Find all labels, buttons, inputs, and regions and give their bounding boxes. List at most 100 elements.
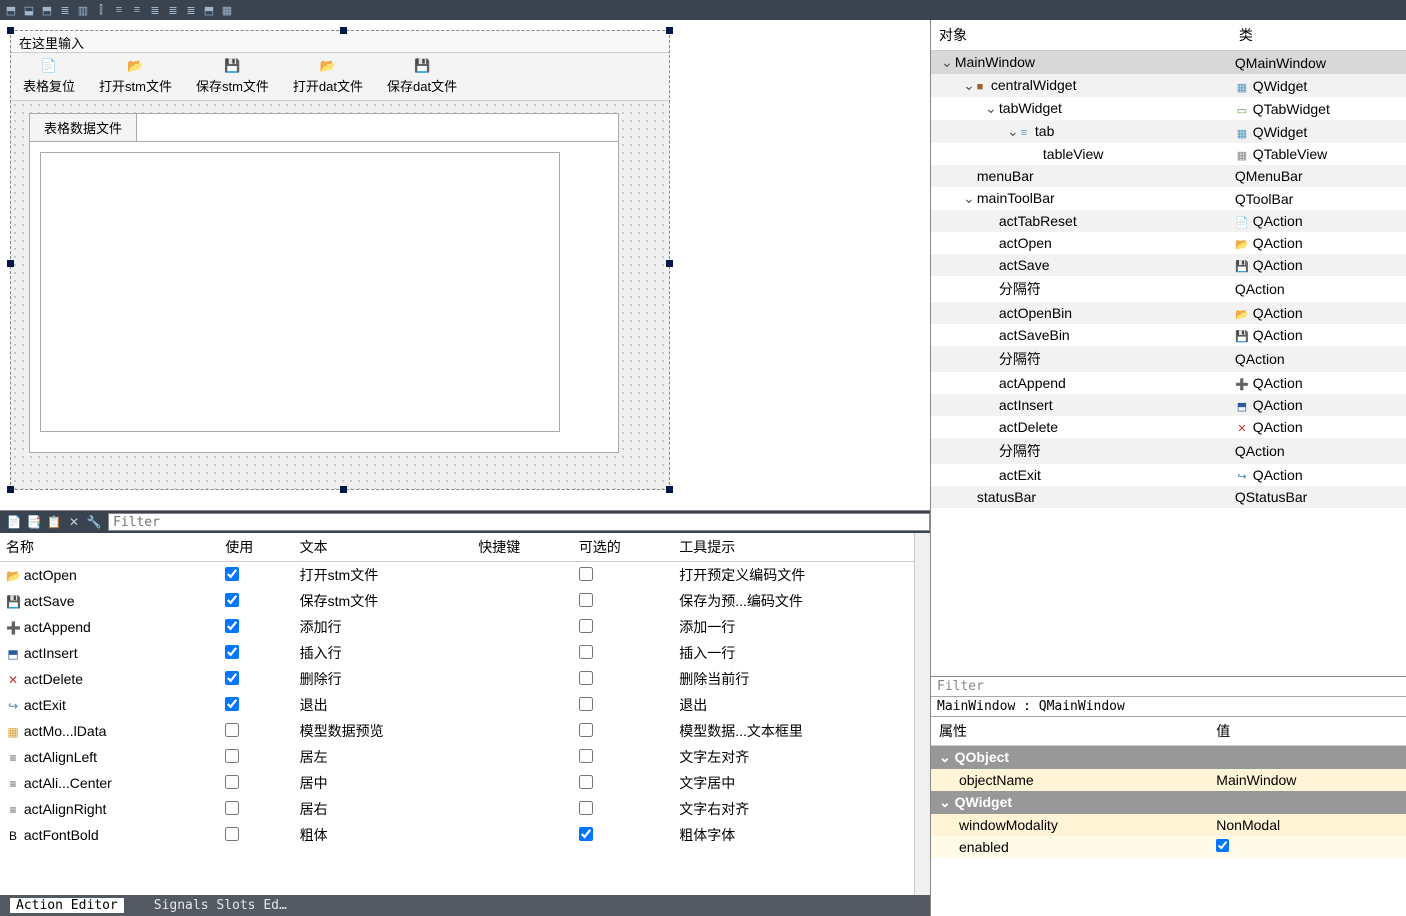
use-checkbox[interactable]	[225, 593, 239, 607]
checkable-checkbox[interactable]	[579, 671, 593, 685]
use-checkbox[interactable]	[225, 827, 239, 841]
property-value[interactable]	[1208, 836, 1406, 858]
use-checkbox[interactable]	[225, 671, 239, 685]
resize-handle[interactable]	[7, 260, 14, 267]
tree-row[interactable]: ⌄ MainWindowQMainWindow	[931, 51, 1406, 75]
action-row[interactable]: ✕ actDelete 删除行 删除当前行	[0, 666, 930, 692]
toolbar-icon[interactable]: ≡	[112, 3, 126, 17]
tree-row[interactable]: actSave💾 QAction	[931, 254, 1406, 276]
column-header[interactable]: 对象	[931, 20, 1231, 51]
column-header[interactable]: 属性	[931, 717, 1208, 746]
property-group[interactable]: ⌄ QWidget	[931, 791, 1406, 814]
tool-button[interactable]: 📂打开dat文件	[281, 53, 375, 100]
column-header[interactable]: 可选的	[573, 533, 673, 562]
form-menubar[interactable]: 在这里输入	[11, 31, 669, 53]
action-row[interactable]: ▦ actMo...lData 模型数据预览 模型数据...文本框里	[0, 718, 930, 744]
property-value[interactable]: MainWindow	[1208, 769, 1406, 791]
editor-tab[interactable]: Signals Slots Ed…	[154, 898, 287, 913]
action-row[interactable]: 📂 actOpen 打开stm文件 打开预定义编码文件	[0, 562, 930, 589]
tab-widget[interactable]: 表格数据文件	[29, 113, 619, 453]
tree-row[interactable]: ⌄■ centralWidget▦ QWidget	[931, 74, 1406, 97]
column-header[interactable]: 工具提示	[673, 533, 930, 562]
checkable-checkbox[interactable]	[579, 827, 593, 841]
tree-row[interactable]: menuBarQMenuBar	[931, 165, 1406, 187]
tree-row[interactable]: actTabReset📄 QAction	[931, 210, 1406, 232]
resize-handle[interactable]	[666, 260, 673, 267]
editor-tab[interactable]: Action Editor	[10, 898, 124, 913]
use-checkbox[interactable]	[225, 697, 239, 711]
property-value[interactable]: NonModal	[1208, 814, 1406, 836]
use-checkbox[interactable]	[225, 723, 239, 737]
use-checkbox[interactable]	[225, 749, 239, 763]
use-checkbox[interactable]	[225, 775, 239, 789]
tree-row[interactable]: ⌄ mainToolBarQToolBar	[931, 187, 1406, 210]
column-header[interactable]: 文本	[294, 533, 473, 562]
action-row[interactable]: ≡ actAlignLeft 居左 文字左对齐	[0, 744, 930, 770]
property-filter-input[interactable]: Filter	[931, 677, 1406, 697]
checkable-checkbox[interactable]	[579, 775, 593, 789]
tree-row[interactable]: 分隔符QAction	[931, 346, 1406, 372]
toolbar-icon[interactable]: ▥	[76, 3, 90, 17]
action-row[interactable]: ↪ actExit 退出 退出	[0, 692, 930, 718]
tree-row[interactable]: ⌄ tabWidget▭ QTabWidget	[931, 97, 1406, 120]
column-header[interactable]: 类	[1231, 20, 1406, 51]
tool-button[interactable]: 💾保存stm文件	[184, 53, 281, 100]
chevron-down-icon[interactable]: ⌄	[1007, 123, 1017, 140]
copy-action-icon[interactable]: 📑	[26, 515, 42, 529]
toolbar-icon[interactable]: ≣	[58, 3, 72, 17]
tree-row[interactable]: statusBarQStatusBar	[931, 486, 1406, 508]
chevron-down-icon[interactable]: ⌄	[939, 749, 951, 765]
toolbar-icon[interactable]: ≣	[166, 3, 180, 17]
action-row[interactable]: ≡ actAlignRight 居右 文字右对齐	[0, 796, 930, 822]
resize-handle[interactable]	[666, 486, 673, 493]
column-header[interactable]: 名称	[0, 533, 219, 562]
use-checkbox[interactable]	[225, 645, 239, 659]
wrench-icon[interactable]: 🔧	[86, 515, 102, 529]
checkable-checkbox[interactable]	[579, 619, 593, 633]
tool-button[interactable]: 📂打开stm文件	[87, 53, 184, 100]
column-header[interactable]: 值	[1208, 717, 1406, 746]
toolbar-icon[interactable]: ≣	[184, 3, 198, 17]
action-row[interactable]: ➕ actAppend 添加行 添加一行	[0, 614, 930, 640]
toolbar-icon[interactable]: ≣	[148, 3, 162, 17]
checkable-checkbox[interactable]	[579, 567, 593, 581]
chevron-down-icon[interactable]: ⌄	[939, 794, 951, 810]
use-checkbox[interactable]	[225, 801, 239, 815]
tree-row[interactable]: 分隔符QAction	[931, 438, 1406, 464]
resize-handle[interactable]	[7, 27, 14, 34]
toolbar-icon[interactable]: ⫿	[94, 3, 108, 17]
tree-row[interactable]: ⌄≡ tab▦ QWidget	[931, 120, 1406, 143]
action-row[interactable]: 💾 actSave 保存stm文件 保存为预...编码文件	[0, 588, 930, 614]
tree-row[interactable]: actOpenBin📂 QAction	[931, 302, 1406, 324]
tree-row[interactable]: tableView▦ QTableView	[931, 143, 1406, 165]
checkable-checkbox[interactable]	[579, 723, 593, 737]
form-canvas[interactable]: 在这里输入 📄表格复位📂打开stm文件💾保存stm文件📂打开dat文件💾保存da…	[10, 30, 670, 490]
resize-handle[interactable]	[7, 486, 14, 493]
checkable-checkbox[interactable]	[579, 801, 593, 815]
tree-row[interactable]: actAppend➕ QAction	[931, 372, 1406, 394]
tool-button[interactable]: 📄表格复位	[11, 53, 87, 100]
action-row[interactable]: ≡ actAli...Center 居中 文字居中	[0, 770, 930, 796]
tab-label[interactable]: 表格数据文件	[30, 114, 137, 141]
tree-row[interactable]: actExit↪ QAction	[931, 464, 1406, 486]
toolbar-icon[interactable]: ⬒	[40, 3, 54, 17]
new-action-icon[interactable]: 📄	[6, 515, 22, 529]
toolbar-icon[interactable]: ▦	[220, 3, 234, 17]
column-header[interactable]: 使用	[219, 533, 293, 562]
toolbar-icon[interactable]: ≡	[130, 3, 144, 17]
chevron-down-icon[interactable]: ⌄	[941, 54, 951, 71]
checkable-checkbox[interactable]	[579, 645, 593, 659]
resize-handle[interactable]	[340, 486, 347, 493]
tree-row[interactable]: actSaveBin💾 QAction	[931, 324, 1406, 346]
property-checkbox[interactable]	[1216, 839, 1229, 852]
action-row[interactable]: ⬒ actInsert 插入行 插入一行	[0, 640, 930, 666]
use-checkbox[interactable]	[225, 567, 239, 581]
toolbar-icon[interactable]: ⬒	[202, 3, 216, 17]
chevron-down-icon[interactable]: ⌄	[985, 100, 995, 117]
toolbar-icon[interactable]: ⬓	[22, 3, 36, 17]
checkable-checkbox[interactable]	[579, 697, 593, 711]
tool-button[interactable]: 💾保存dat文件	[375, 53, 469, 100]
table-view[interactable]	[40, 152, 560, 432]
action-filter-input[interactable]	[108, 513, 930, 531]
property-row[interactable]: objectNameMainWindow	[931, 769, 1406, 791]
